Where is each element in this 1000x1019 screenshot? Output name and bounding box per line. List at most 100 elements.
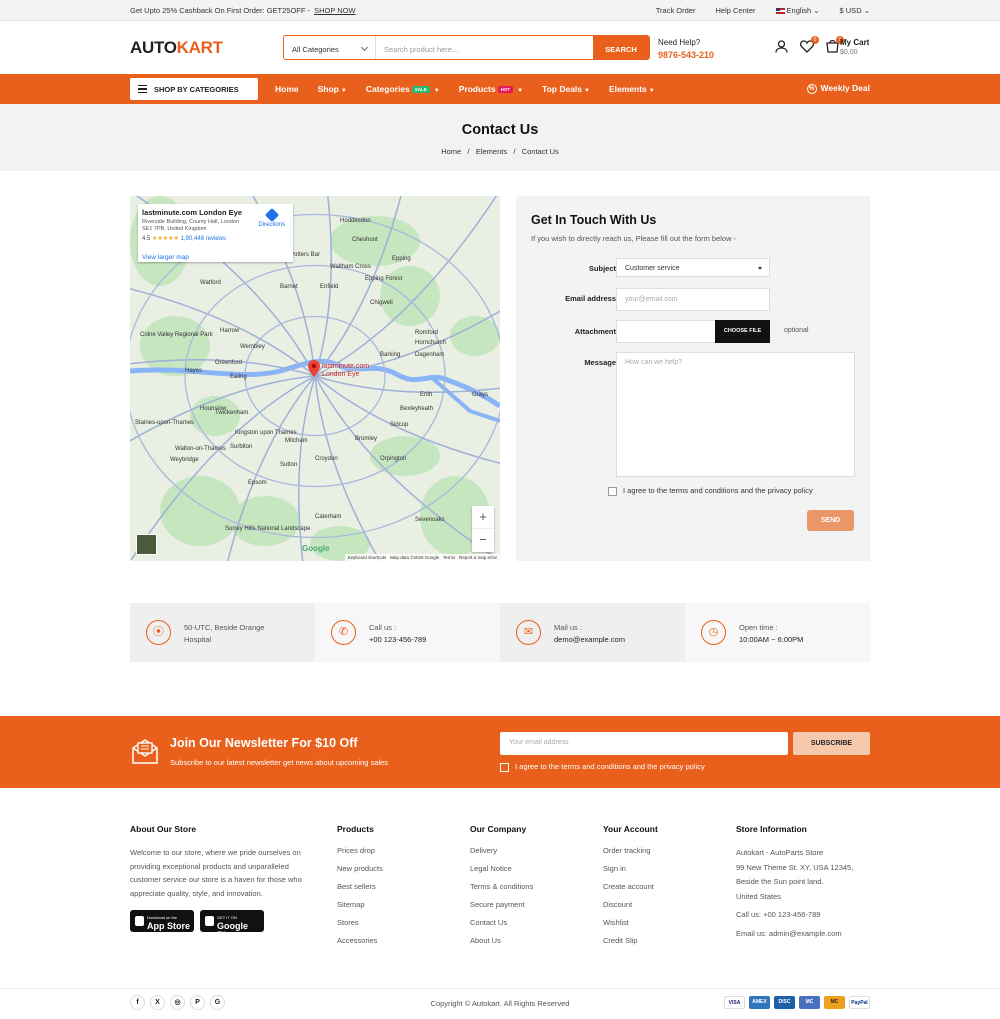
language-select[interactable]: English ⌄ (775, 6, 820, 15)
search-input[interactable]: Search product here... (376, 36, 593, 59)
zoom-in-button[interactable]: + (472, 506, 494, 528)
user-icon[interactable] (775, 40, 788, 55)
nav-top-deals[interactable]: Top Deals ▼ (542, 84, 590, 94)
footer-link[interactable]: Stores (337, 918, 383, 927)
footer-link[interactable]: Sign in (603, 864, 658, 873)
send-button[interactable]: SEND (807, 510, 854, 531)
breadcrumb-separator: / (509, 147, 520, 156)
logo[interactable]: AUTOKART (130, 38, 223, 58)
footer-link[interactable]: Discount (603, 900, 658, 909)
search-button[interactable]: SEARCH (593, 36, 649, 59)
choose-file-button[interactable]: CHOOSE FILE (715, 320, 770, 343)
footer-link[interactable]: About Us (470, 936, 533, 945)
page-title: Contact Us (461, 122, 539, 138)
wishlist-count: 0 (811, 36, 819, 44)
map-place-label: Waltham Cross (330, 264, 371, 270)
help-center-link[interactable]: Help Center (715, 6, 755, 15)
newsletter-title: Join Our Newsletter For $10 Off (170, 736, 358, 750)
weekly-deal-link[interactable]: % Weekly Deal (806, 83, 870, 94)
store-email[interactable]: Email us: admin@example.com (736, 927, 853, 942)
footer-link[interactable]: New products (337, 864, 383, 873)
keyboard-shortcuts-link[interactable]: Keyboard shortcuts (348, 555, 387, 560)
info-email[interactable]: demo@example.com (554, 635, 625, 644)
subscribe-button[interactable]: SUBSCRIBE (793, 732, 870, 755)
map-pin-icon (308, 360, 320, 377)
terms-agree[interactable]: I agree to the terms and conditions and … (608, 486, 813, 496)
map-place-label: Ealing (230, 374, 247, 380)
info-hours: ◷ Open time :10:00AM ~ 6:00PM (685, 603, 870, 662)
footer-account: Your Account Order tracking Sign in Crea… (603, 824, 658, 954)
footer-link[interactable]: Credit Slip (603, 936, 658, 945)
nav-home[interactable]: Home (275, 84, 299, 94)
footer-link[interactable]: Delivery (470, 846, 533, 855)
map-place-label: Sutton (280, 462, 297, 468)
map-place-label: Hornchurch (415, 340, 446, 346)
my-cart[interactable]: My Cart $0.00 (840, 38, 869, 56)
phone-icon: ✆ (331, 620, 356, 645)
newsletter-terms-agree[interactable]: I agree to the terms and conditions and … (500, 762, 705, 772)
footer-bottom: f X ◎ P G Copyright © Autokart. All Righ… (0, 988, 1000, 1019)
footer-link[interactable]: Legal Notice (470, 864, 533, 873)
info-phone[interactable]: +00 123-456-789 (369, 635, 426, 644)
message-label: Message (584, 358, 616, 367)
search-category-select[interactable]: All Categories (284, 36, 376, 59)
map-place-label: Harrow (220, 328, 240, 334)
terms-checkbox[interactable] (608, 486, 617, 496)
google-play-button[interactable]: GET IT ON Google Play (200, 910, 264, 940)
footer-link[interactable]: Secure payment (470, 900, 533, 909)
nav-products[interactable]: Products HOT ▼ (459, 84, 523, 94)
zoom-out-button[interactable]: − (472, 528, 494, 551)
help-phone[interactable]: 9876-543-210 (658, 50, 714, 60)
map-reviews-link[interactable]: 1,90,448 reviews (181, 236, 226, 242)
map-place-label: Epping (392, 256, 411, 262)
footer-link[interactable]: Prices drop (337, 846, 383, 855)
chevron-down-icon: ▼ (648, 88, 655, 94)
report-map-error-link[interactable]: Report a map error (459, 555, 497, 560)
view-larger-map-link[interactable]: View larger map (142, 254, 189, 261)
cart-icon[interactable]: 0 (826, 36, 844, 55)
email-label: Email address (565, 294, 616, 303)
footer-link[interactable]: Accessories (337, 936, 383, 945)
map-info-card: lastminute.com London Eye Riverside Buil… (138, 204, 293, 262)
footer-link[interactable]: Sitemap (337, 900, 383, 909)
shop-now-link[interactable]: SHOP NOW (314, 6, 356, 15)
store-phone[interactable]: Call us: +00 123-456-789 (736, 908, 853, 923)
footer-link[interactable]: Terms & conditions (470, 882, 533, 891)
message-textarea[interactable]: How can we help? (616, 352, 855, 477)
map-place-label: Epsom (248, 480, 267, 486)
nav-shop[interactable]: Shop ▼ (318, 84, 347, 94)
map-data-text: Map data ©2025 Google (390, 555, 440, 560)
nav-elements[interactable]: Elements ▼ (609, 84, 655, 94)
map-satellite-toggle[interactable] (136, 534, 157, 555)
nav-categories[interactable]: Categories SALE ▼ (366, 84, 440, 94)
chevron-down-icon: ▼ (584, 88, 590, 94)
map-pin-label: lastminute.com London Eye (322, 363, 370, 378)
google-map[interactable]: Hoddesdon Potters Bar Cheshunt Waltham Cros… (130, 196, 500, 561)
mail-icon: ✉ (516, 620, 541, 645)
map-place-label: Hayes (185, 368, 202, 374)
track-order-link[interactable]: Track Order (656, 6, 696, 15)
breadcrumb-elements[interactable]: Elements (476, 147, 507, 156)
footer-link[interactable]: Wishlist (603, 918, 658, 927)
footer-link[interactable]: Order tracking (603, 846, 658, 855)
map-pin[interactable] (308, 360, 320, 379)
map-terms-link[interactable]: Terms (443, 555, 455, 560)
subject-select[interactable]: Customer service (616, 258, 770, 277)
chevron-down-icon: ▼ (340, 88, 347, 94)
footer-link[interactable]: Create account (603, 882, 658, 891)
newsletter-terms-checkbox[interactable] (500, 762, 509, 772)
directions-button[interactable]: Directions (258, 207, 285, 228)
footer-link[interactable]: Best sellers (337, 882, 383, 891)
footer-link[interactable]: Contact Us (470, 918, 533, 927)
wishlist-icon[interactable]: 0 (799, 36, 819, 55)
map-place-label: Greenford (215, 360, 242, 366)
currency-select[interactable]: $ USD ⌄ (840, 6, 870, 15)
promo-text: Get Upto 25% Cashback On First Order: GE… (130, 6, 356, 15)
newsletter-email-input[interactable]: Your email address (500, 732, 788, 755)
breadcrumb-home[interactable]: Home (441, 147, 461, 156)
shop-by-categories-button[interactable]: SHOP BY CATEGORIES (130, 78, 258, 100)
map-place-label: Caterham (315, 514, 341, 520)
email-field[interactable]: your@email.com (616, 288, 770, 311)
app-store-button[interactable]: Download on the App Store (130, 910, 194, 932)
footer-store-title: Store Information (736, 824, 807, 834)
